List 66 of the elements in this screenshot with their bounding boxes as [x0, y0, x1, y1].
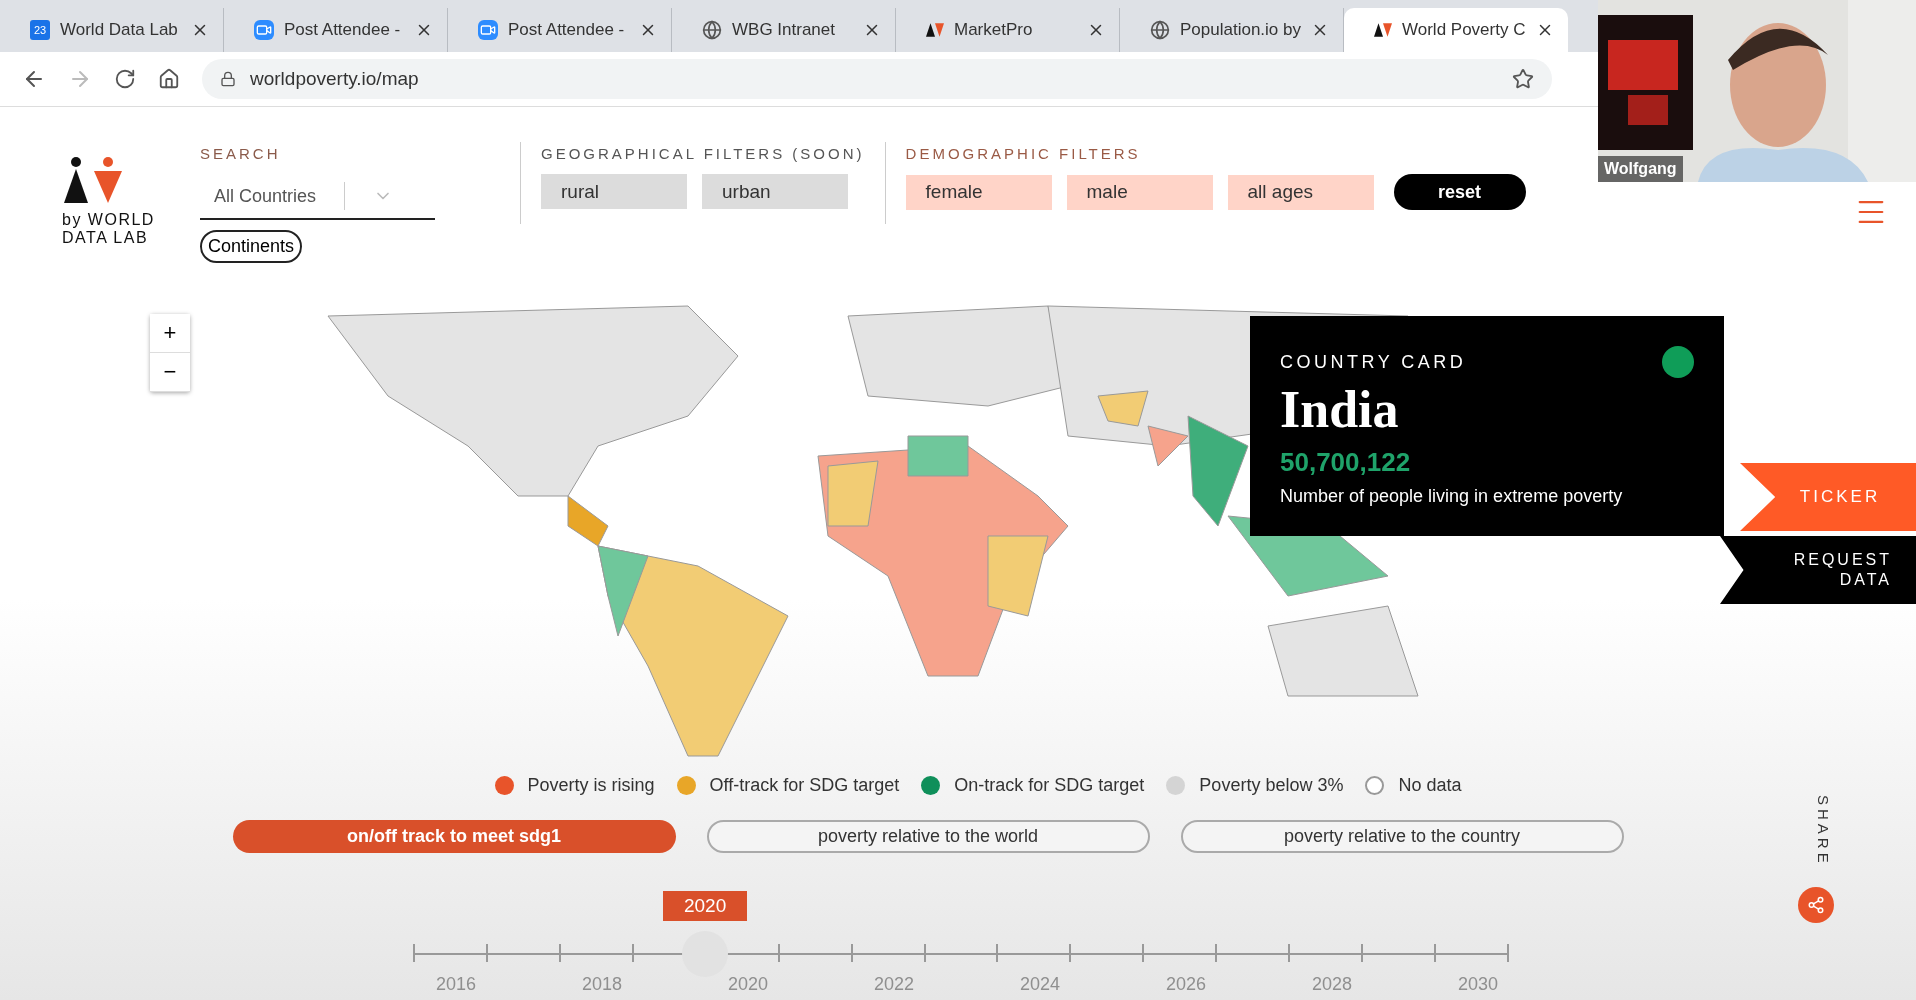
home-icon[interactable] [158, 67, 180, 90]
filter-chip[interactable]: male [1066, 174, 1213, 210]
section-label: GEOGRAPHICAL FILTERS (SOON) [541, 145, 865, 163]
country-select[interactable]: All Countries [200, 174, 435, 221]
browser-tab[interactable]: 23 World Data Lab [0, 7, 224, 52]
legend-label: No data [1398, 775, 1462, 797]
logo-text: by WORLD DATA LAB [62, 211, 156, 248]
year-slider[interactable]: 2020 2016 2018 2020 2022 2024 2026 2028 2030 [413, 890, 1507, 1000]
video-camera-icon [254, 19, 274, 40]
poverty-count: 50,700,122 [1280, 447, 1412, 479]
calendar-icon: 23 [30, 19, 50, 40]
browser-tab[interactable]: Post Attendee - [448, 7, 672, 52]
tab-title: Population.io by [1180, 19, 1301, 40]
reset-button[interactable]: reset [1393, 174, 1526, 211]
address-field[interactable]: worldpoverty.io/map [202, 58, 1552, 99]
mode-button[interactable]: poverty relative to the country [1180, 819, 1624, 853]
card-caption: Number of people living in extreme poverty [1280, 486, 1624, 508]
globe-icon [702, 19, 722, 40]
filter-chip[interactable]: urban [702, 174, 848, 210]
year-label: 2022 [872, 973, 915, 995]
mode-button[interactable]: on/off track to meet sdg1 [232, 819, 676, 853]
year-label: 2018 [580, 973, 623, 995]
year-label: 2030 [1456, 973, 1499, 995]
figures-icon [1374, 22, 1392, 37]
zoom-out-button[interactable]: − [150, 353, 190, 393]
share-icon [1807, 896, 1825, 914]
continents-button[interactable]: Continents [200, 230, 303, 264]
share-button[interactable] [1798, 887, 1834, 923]
year-label: 2016 [434, 973, 477, 995]
card-label: COUNTRY CARD [1280, 351, 1467, 373]
reload-icon[interactable] [114, 67, 136, 90]
year-label: 2020 [726, 973, 769, 995]
browser-tab[interactable]: WBG Intranet [672, 7, 896, 52]
mode-button[interactable]: poverty relative to the world [706, 819, 1150, 853]
year-label: 2026 [1164, 973, 1207, 995]
tab-title: MarketPro [954, 19, 1034, 40]
country-name: India [1280, 380, 1400, 440]
lock-icon [220, 70, 236, 87]
year-label: 2028 [1310, 973, 1353, 995]
tab-title: Post Attendee - [284, 19, 402, 40]
legend-label: Poverty below 3% [1199, 775, 1344, 797]
tab-title: World Poverty C [1402, 19, 1526, 40]
bookmark-star-icon[interactable] [1512, 67, 1534, 90]
legend-label: Poverty is rising [527, 775, 655, 797]
filter-chip[interactable]: rural [541, 174, 687, 210]
browser-tab[interactable]: MarketPro [896, 7, 1120, 52]
request-data-tab[interactable]: REQUEST DATA [1720, 536, 1916, 605]
section-label: DEMOGRAPHIC FILTERS [905, 145, 1142, 163]
browser-tab[interactable]: World Poverty C [1344, 7, 1568, 52]
year-label: 2024 [1018, 973, 1061, 995]
tab-title: Post Attendee - [508, 19, 626, 40]
section-label: SEARCH [200, 145, 282, 163]
zoom-in-button[interactable]: + [150, 314, 190, 354]
globe-icon [1150, 19, 1170, 40]
browser-tab[interactable]: Post Attendee - [224, 7, 448, 52]
video-camera-icon [478, 19, 498, 40]
legend-label: Off-track for SDG target [709, 775, 900, 797]
share-label: SHARE [1815, 795, 1832, 867]
filter-chip[interactable]: all ages [1227, 174, 1374, 210]
participant-name: Wolfgang [1598, 156, 1683, 182]
filter-chip[interactable]: female [905, 174, 1052, 210]
legend-label: On-track for SDG target [954, 775, 1145, 797]
tab-title: World Data Lab [60, 19, 179, 40]
tab-title: WBG Intranet [732, 19, 836, 40]
year-badge: 2020 [663, 890, 748, 921]
figures-icon [926, 22, 944, 37]
